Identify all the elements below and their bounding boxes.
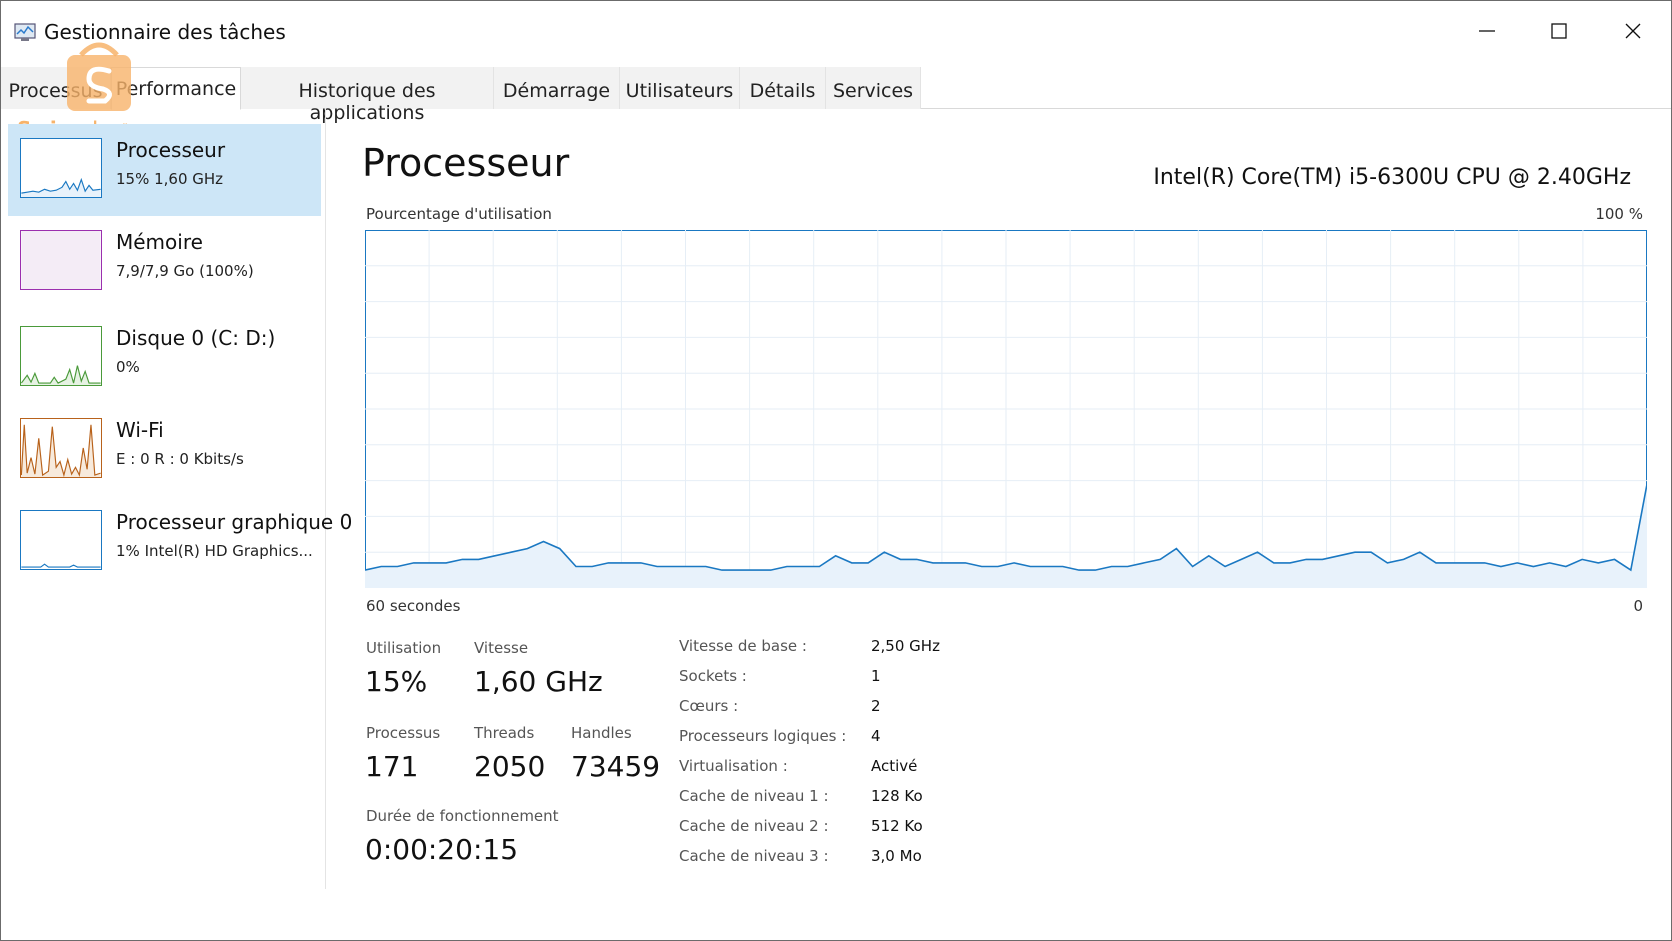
graph-max-label: 100 % (1595, 205, 1643, 223)
sidebar-item-wifi[interactable]: Wi-Fi E : 0 R : 0 Kbits/s (8, 404, 321, 496)
maximize-button[interactable] (1531, 11, 1587, 51)
shopping-bag-icon (67, 42, 131, 111)
spec-label: Sockets : (679, 667, 747, 685)
cpu-usage-graph (365, 230, 1647, 588)
threads-label: Threads (474, 724, 535, 742)
processus-value: 171 (365, 750, 419, 783)
maximize-icon (1551, 23, 1567, 39)
spec-value: 128 Ko (871, 787, 923, 805)
memory-thumbnail-graph (20, 230, 102, 290)
sidebar-item-memoire[interactable]: Mémoire 7,9/7,9 Go (100%) (8, 216, 321, 308)
vitesse-label: Vitesse (474, 639, 529, 657)
spec-value: 2 (871, 697, 881, 715)
sidebar-item-value: E : 0 R : 0 Kbits/s (116, 450, 244, 468)
tab-services[interactable]: Services (826, 67, 921, 109)
spec-label: Virtualisation : (679, 757, 788, 775)
utilisation-label: Utilisation (366, 639, 442, 657)
handles-label: Handles (571, 724, 632, 742)
minimize-icon (1479, 30, 1495, 32)
spec-value: 1 (871, 667, 881, 685)
tab-demarrage[interactable]: Démarrage (494, 67, 620, 109)
threads-value: 2050 (474, 750, 546, 783)
handles-value: 73459 (571, 750, 661, 783)
graph-label: Pourcentage d'utilisation (366, 205, 552, 223)
spec-label: Cache de niveau 2 : (679, 817, 829, 835)
sidebar-item-value: 15% 1,60 GHz (116, 170, 224, 188)
title-bar: Gestionnaire des tâches (1, 1, 1671, 63)
tab-details[interactable]: Détails (740, 67, 826, 109)
sidebar-item-gpu[interactable]: Processeur graphique 0 1% Intel(R) HD Gr… (8, 496, 352, 588)
tab-bar: Processus Performance Historique des app… (1, 67, 1671, 124)
tab-historique[interactable]: Historique des applications (241, 67, 494, 124)
minimize-button[interactable] (1459, 11, 1515, 51)
spec-label: Cache de niveau 1 : (679, 787, 829, 805)
sidebar-item-label: Wi-Fi (116, 418, 164, 442)
cpu-model-name: Intel(R) Core(TM) i5-6300U CPU @ 2.40GHz (1153, 165, 1631, 190)
spec-label: Vitesse de base : (679, 637, 807, 655)
spec-value: 2,50 GHz (871, 637, 940, 655)
spec-value: 3,0 Mo (871, 847, 922, 865)
spec-label: Processeurs logiques : (679, 727, 847, 745)
graph-time-label: 60 secondes (366, 597, 461, 615)
graph-grid (365, 230, 1647, 588)
task-manager-window: Gestionnaire des tâches Processus Perfor… (0, 0, 1672, 941)
sidebar-item-label: Mémoire (116, 230, 203, 254)
graph-min-label: 0 (1633, 597, 1643, 615)
tab-utilisateurs[interactable]: Utilisateurs (620, 67, 740, 109)
uptime-value: 0:00:20:15 (365, 833, 519, 866)
sidebar-item-value: 1% Intel(R) HD Graphics... (116, 542, 313, 560)
sidebar-item-processeur[interactable]: Processeur 15% 1,60 GHz (8, 124, 321, 216)
page-title: Processeur (362, 141, 570, 185)
sidebar-item-disque[interactable]: Disque 0 (C: D:) 0% (8, 312, 321, 404)
spec-value: 4 (871, 727, 881, 745)
uptime-label: Durée de fonctionnement (366, 807, 559, 825)
sidebar-item-label: Processeur graphique 0 (116, 510, 353, 534)
processus-label: Processus (366, 724, 441, 742)
utilisation-value: 15% (365, 665, 428, 698)
close-icon (1625, 23, 1641, 39)
spec-label: Cœurs : (679, 697, 739, 715)
cpu-thumbnail-graph (20, 138, 102, 198)
sidebar-item-value: 0% (116, 358, 140, 376)
sidebar-item-value: 7,9/7,9 Go (100%) (116, 262, 254, 280)
close-button[interactable] (1605, 11, 1661, 51)
resource-sidebar: Processeur 15% 1,60 GHz Mémoire 7,9/7,9 … (1, 109, 352, 889)
vitesse-value: 1,60 GHz (474, 665, 603, 698)
sidebar-item-label: Processeur (116, 138, 226, 162)
spec-value: 512 Ko (871, 817, 923, 835)
spec-value: Activé (871, 757, 918, 775)
spec-label: Cache de niveau 3 : (679, 847, 829, 865)
wifi-thumbnail-graph (20, 418, 102, 478)
disk-thumbnail-graph (20, 326, 102, 386)
gpu-thumbnail-graph (20, 510, 102, 570)
sidebar-item-label: Disque 0 (C: D:) (116, 326, 276, 350)
